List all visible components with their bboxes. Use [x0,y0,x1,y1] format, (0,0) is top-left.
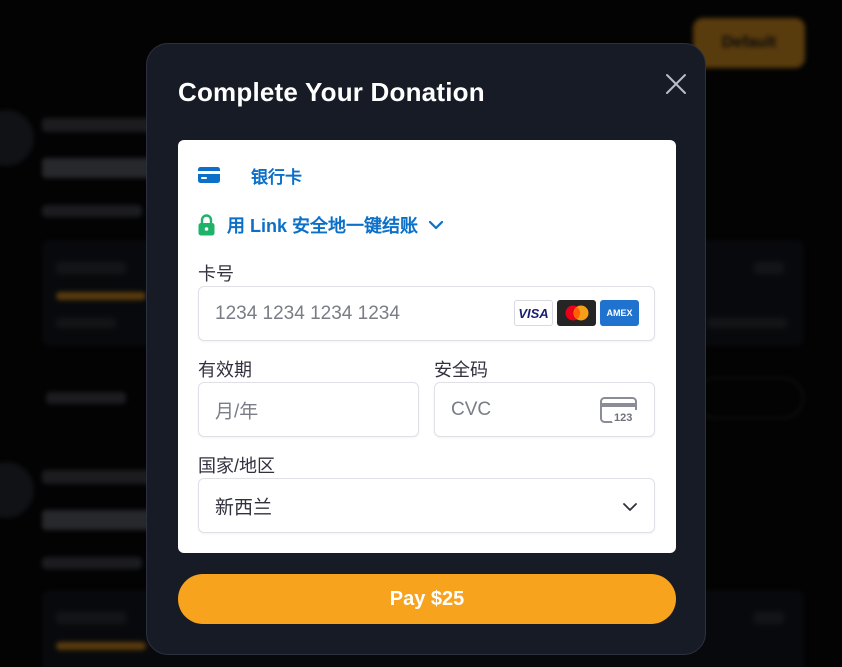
donation-modal: Complete Your Donation 银行卡 用 Link 安全地一键结… [146,43,706,655]
country-label: 国家/地区 [198,456,276,476]
cvc-card-icon: 123 [600,397,639,424]
card-number-label: 卡号 [198,264,234,284]
cvc-input[interactable]: CVC 123 [434,382,655,437]
payment-method-tab[interactable]: 银行卡 [198,160,302,190]
expiry-placeholder: 月/年 [215,401,259,422]
pay-button[interactable]: Pay $25 [178,574,676,624]
chevron-down-icon [623,503,637,511]
amex-icon: AMEX [600,300,639,326]
close-icon [666,74,686,94]
country-value: 新西兰 [215,497,273,518]
country-select[interactable]: 新西兰 [198,478,655,533]
modal-title: Complete Your Donation [178,77,485,107]
payment-method-label: 银行卡 [251,167,302,187]
cvc-icon-text: 123 [614,412,632,424]
card-number-placeholder: 1234 1234 1234 1234 [215,302,400,324]
cvc-placeholder: CVC [451,398,492,420]
cvc-label: 安全码 [434,360,488,380]
close-button[interactable] [663,71,689,97]
expiry-input[interactable]: 月/年 [198,382,419,437]
chevron-down-icon [428,220,444,230]
lock-icon [198,214,215,236]
card-icon [198,167,220,183]
link-checkout-label: 用 Link 安全地一键结账 [227,216,419,236]
expiry-label: 有效期 [198,360,252,380]
card-brands: VISA AMEX [514,300,639,326]
payment-element: 银行卡 用 Link 安全地一键结账 卡号 1234 1234 1234 123… [178,140,676,553]
link-checkout-button[interactable]: 用 Link 安全地一键结账 [198,211,444,239]
visa-icon: VISA [514,300,553,326]
mastercard-icon [557,300,596,326]
card-number-input[interactable]: 1234 1234 1234 1234 VISA AMEX [198,286,655,341]
